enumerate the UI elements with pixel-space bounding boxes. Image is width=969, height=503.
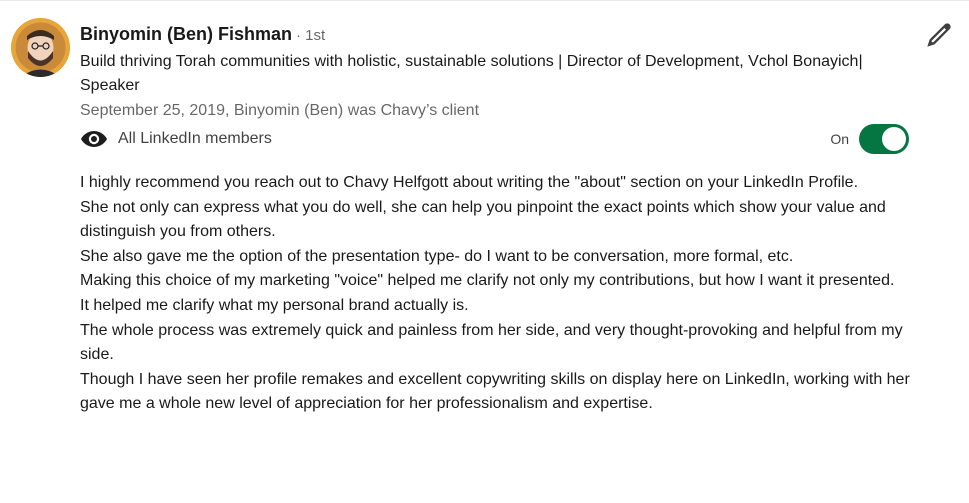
paragraph: She also gave me the option of the prese… [80, 247, 794, 265]
paragraph: She not only can express what you do wel… [80, 198, 886, 241]
paragraph: Though I have seen her profile remakes a… [80, 370, 910, 413]
profile-photo [11, 18, 70, 77]
paragraph: Making this choice of my marketing "voic… [80, 272, 895, 290]
paragraph: The whole process was extremely quick an… [80, 321, 903, 364]
recommendation-card: Binyomin (Ben) Fishman · 1st Build thriv… [0, 0, 969, 503]
author-name[interactable]: Binyomin (Ben) Fishman [80, 21, 292, 47]
author-headline: Build thriving Torah communities with ho… [80, 53, 863, 94]
paragraph: It helped me clarify what my personal br… [80, 296, 469, 314]
visibility-setting: All LinkedIn members [80, 126, 272, 152]
paragraph: I highly recommend you reach out to Chav… [80, 174, 859, 191]
toggle-knob [882, 127, 906, 151]
recommendation-header: Binyomin (Ben) Fishman · 1st Build thriv… [80, 21, 880, 123]
eye-icon [81, 131, 107, 147]
recommendation-text: I highly recommend you reach out to Chav… [80, 171, 920, 417]
visibility-toggle-group: On [830, 124, 909, 154]
edit-button[interactable] [925, 21, 953, 49]
recommendation-date: September 25, 2019, Binyomin (Ben) was C… [80, 102, 480, 119]
avatar[interactable] [11, 18, 70, 77]
visibility-label: All LinkedIn members [118, 130, 272, 147]
connection-degree: · 1st [296, 27, 326, 44]
visibility-toggle[interactable] [859, 124, 909, 154]
name-row: Binyomin (Ben) Fishman · 1st [80, 21, 880, 49]
toggle-state-label: On [830, 131, 849, 147]
pencil-icon [927, 23, 951, 47]
